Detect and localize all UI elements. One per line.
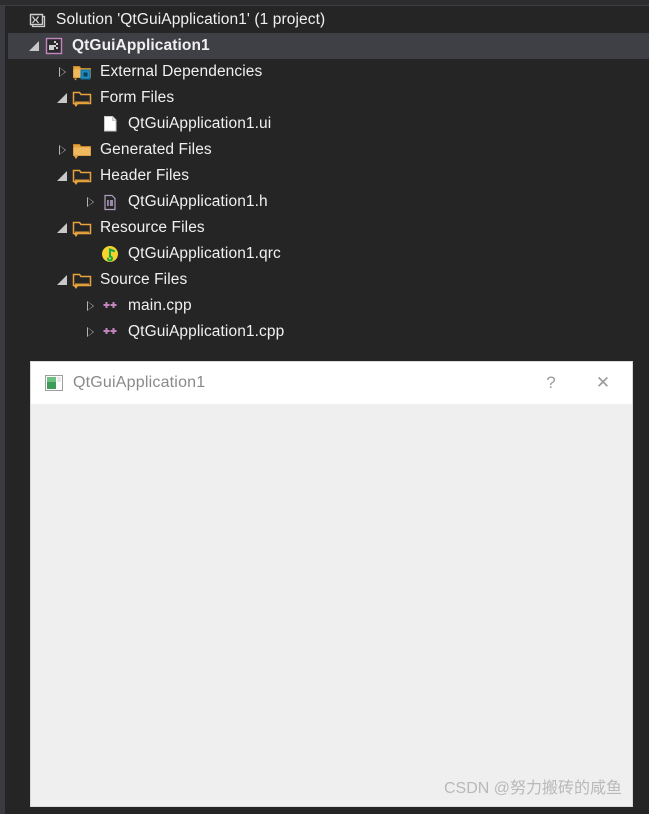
solution-icon [28, 10, 48, 30]
tree-row-label: Solution 'QtGuiApplication1' (1 project) [56, 11, 326, 28]
tree-row-label: QtGuiApplication1 [72, 37, 210, 54]
chevron-right-icon[interactable] [82, 189, 100, 215]
chevron-down-icon[interactable] [54, 163, 72, 189]
chevron-right-icon[interactable] [54, 137, 72, 163]
chevron-down-icon[interactable] [26, 33, 44, 59]
tree-row-label: Header Files [100, 167, 190, 184]
cpp-file-icon [100, 296, 120, 316]
tree-row-label: Generated Files [100, 141, 212, 158]
chevron-right-icon[interactable] [82, 319, 100, 345]
close-button[interactable]: ✕ [574, 362, 632, 404]
filter-folder-icon [72, 218, 92, 238]
tree-row[interactable]: Solution 'QtGuiApplication1' (1 project) [8, 7, 649, 33]
tree-row[interactable]: QtGuiApplication1.ui [8, 111, 649, 137]
filter-folder-icon [72, 270, 92, 290]
tree-row-label: QtGuiApplication1.ui [128, 115, 272, 132]
cpp-file-icon [100, 322, 120, 342]
help-button[interactable]: ? [528, 362, 574, 404]
qt-app-icon [45, 375, 63, 391]
qt-titlebar[interactable]: QtGuiApplication1 ? ✕ [31, 362, 632, 404]
tree-row[interactable]: Generated Files [8, 137, 649, 163]
qt-client-area: CSDN @努力搬砖的咸鱼 [31, 404, 632, 806]
tree-row[interactable]: Header Files [8, 163, 649, 189]
chevron-down-icon[interactable] [54, 267, 72, 293]
tree-row[interactable]: Form Files [8, 85, 649, 111]
watermark-text: CSDN @努力搬砖的咸鱼 [443, 780, 622, 797]
chevron-right-icon[interactable] [54, 59, 72, 85]
qt-window-title: QtGuiApplication1 [73, 374, 206, 391]
tree-row-label: Resource Files [100, 219, 205, 236]
solution-explorer-tree[interactable]: Solution 'QtGuiApplication1' (1 project)… [8, 7, 649, 357]
tree-row-label: Source Files [100, 271, 188, 288]
qrc-file-icon [100, 244, 120, 264]
tree-row[interactable]: main.cpp [8, 293, 649, 319]
tree-row[interactable]: QtGuiApplication1 [8, 33, 649, 59]
qt-window-buttons: ? ✕ [528, 362, 632, 404]
chevron-down-icon[interactable] [54, 85, 72, 111]
screenshot-root: Solution 'QtGuiApplication1' (1 project)… [0, 0, 649, 814]
tree-row[interactable]: QtGuiApplication1.h [8, 189, 649, 215]
external-dependencies-folder-icon [72, 62, 92, 82]
chevron-right-icon[interactable] [82, 293, 100, 319]
tree-row[interactable]: QtGuiApplication1.qrc [8, 241, 649, 267]
tree-row-label: External Dependencies [100, 63, 263, 80]
tree-row-label: QtGuiApplication1.cpp [128, 323, 285, 340]
header-file-icon [100, 192, 120, 212]
tree-row[interactable]: QtGuiApplication1.cpp [8, 319, 649, 345]
tree-row-label: QtGuiApplication1.h [128, 193, 268, 210]
tree-row-label: Form Files [100, 89, 175, 106]
tree-row[interactable]: External Dependencies [8, 59, 649, 85]
toolbar-bottom-edge [0, 0, 649, 6]
tree-row-label: QtGuiApplication1.qrc [128, 245, 281, 262]
chevron-down-icon[interactable] [54, 215, 72, 241]
tree-row[interactable]: Source Files [8, 267, 649, 293]
tree-row-label: main.cpp [128, 297, 192, 314]
folder-icon [72, 140, 92, 160]
filter-folder-icon [72, 88, 92, 108]
project-icon [44, 36, 64, 56]
ui-file-icon [100, 114, 120, 134]
filter-folder-icon [72, 166, 92, 186]
qt-application-window[interactable]: QtGuiApplication1 ? ✕ CSDN @努力搬砖的咸鱼 [31, 362, 632, 806]
tree-row[interactable]: Resource Files [8, 215, 649, 241]
